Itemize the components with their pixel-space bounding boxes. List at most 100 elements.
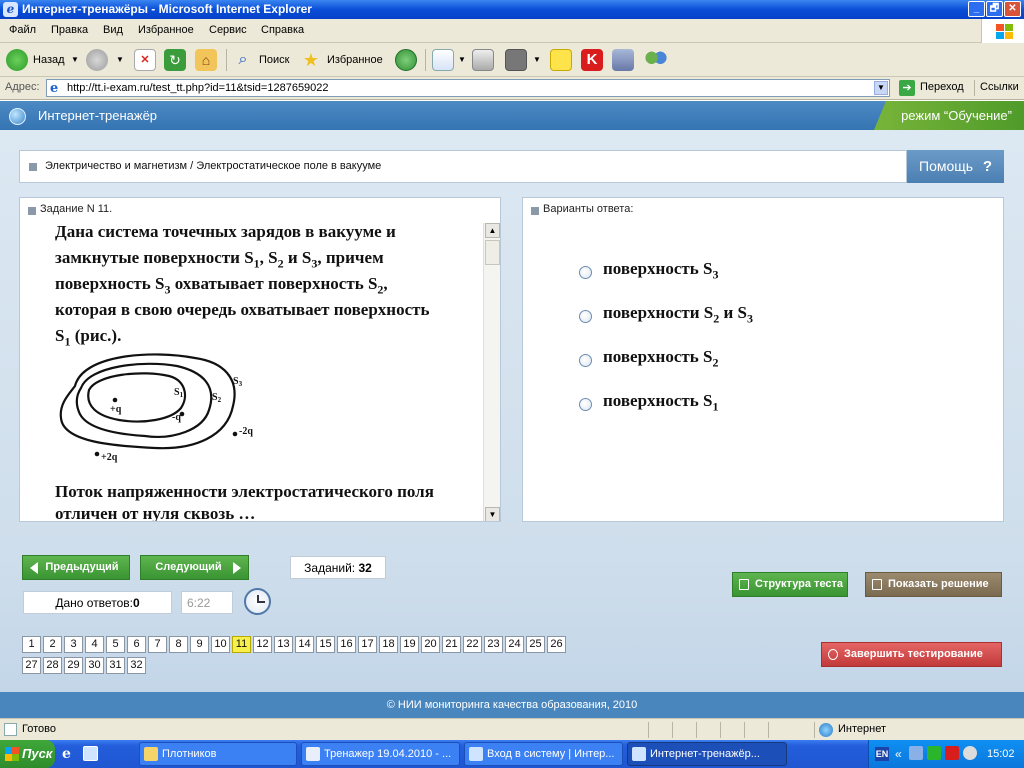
home-icon[interactable]: ⌂ — [195, 49, 217, 71]
task-page-14[interactable]: 14 — [295, 636, 314, 653]
task-page-3[interactable]: 3 — [64, 636, 83, 653]
task-page-17[interactable]: 17 — [358, 636, 377, 653]
task-page-10[interactable]: 10 — [211, 636, 230, 653]
go-button[interactable]: Переход — [920, 81, 964, 93]
menu-view[interactable]: Вид — [103, 24, 123, 36]
edit-icon[interactable] — [505, 49, 527, 71]
back-dropdown-icon[interactable]: ▼ — [71, 48, 79, 72]
stop-icon[interactable]: ✕ — [134, 49, 156, 71]
address-dropdown-icon[interactable]: ▼ — [874, 81, 888, 95]
task-page-5[interactable]: 5 — [106, 636, 125, 653]
tray-expand-icon[interactable]: « — [895, 740, 902, 768]
task-page-31[interactable]: 31 — [106, 657, 125, 674]
menu-tools[interactable]: Сервис — [209, 24, 247, 36]
research-icon[interactable] — [612, 49, 634, 71]
task-page-27[interactable]: 27 — [22, 657, 41, 674]
favorites-star-icon[interactable]: ★ — [300, 49, 322, 71]
task-page-6[interactable]: 6 — [127, 636, 146, 653]
taskbar-item[interactable]: Плотников — [139, 742, 297, 766]
address-input[interactable]: e http://tt.i-exam.ru/test_tt.php?id=11&… — [46, 79, 890, 97]
help-button[interactable]: Помощь ? — [907, 150, 1004, 183]
search-icon[interactable]: ⌕ — [232, 49, 254, 71]
menu-help[interactable]: Справка — [261, 24, 304, 36]
task-page-30[interactable]: 30 — [85, 657, 104, 674]
menu-favorites[interactable]: Избранное — [138, 24, 194, 36]
previous-button[interactable]: Предыдущий — [22, 555, 130, 580]
task-page-28[interactable]: 28 — [43, 657, 62, 674]
task-page-15[interactable]: 15 — [316, 636, 335, 653]
refresh-icon[interactable]: ↻ — [164, 49, 186, 71]
task-page-23[interactable]: 23 — [484, 636, 503, 653]
minimize-button[interactable]: _ — [968, 1, 985, 17]
network-icon[interactable] — [909, 746, 923, 760]
question-scrollbar[interactable]: ▲ ▼ — [483, 223, 500, 521]
answer-option-label[interactable]: поверхность S2 — [603, 347, 718, 370]
links-button[interactable]: Ссылки — [980, 81, 1019, 93]
notes-icon[interactable] — [550, 49, 572, 71]
task-page-26[interactable]: 26 — [547, 636, 566, 653]
task-page-21[interactable]: 21 — [442, 636, 461, 653]
print-icon[interactable] — [472, 49, 494, 71]
task-page-32[interactable]: 32 — [127, 657, 146, 674]
kaspersky-icon[interactable]: K — [581, 49, 603, 71]
forward-arrow-icon[interactable] — [86, 49, 108, 71]
radio-button[interactable] — [579, 266, 592, 279]
task-page-11[interactable]: 11 — [232, 636, 251, 653]
task-page-8[interactable]: 8 — [169, 636, 188, 653]
window-title-bar[interactable]: e Интернет-тренажёры - Microsoft Interne… — [0, 0, 1024, 19]
answer-option-label[interactable]: поверхности S2 и S3 — [603, 303, 753, 326]
volume-icon[interactable] — [963, 746, 977, 760]
task-page-22[interactable]: 22 — [463, 636, 482, 653]
task-page-25[interactable]: 25 — [526, 636, 545, 653]
language-indicator[interactable]: EN — [875, 747, 889, 761]
next-button[interactable]: Следующий — [140, 555, 249, 580]
back-arrow-icon[interactable] — [6, 49, 28, 71]
answer-option-label[interactable]: поверхность S1 — [603, 391, 718, 414]
restore-button[interactable]: 🗗 — [986, 1, 1003, 17]
task-page-19[interactable]: 19 — [400, 636, 419, 653]
radio-button[interactable] — [579, 398, 592, 411]
task-page-2[interactable]: 2 — [43, 636, 62, 653]
radio-button[interactable] — [579, 354, 592, 367]
mail-dropdown-icon[interactable]: ▼ — [458, 48, 466, 72]
task-page-29[interactable]: 29 — [64, 657, 83, 674]
task-page-20[interactable]: 20 — [421, 636, 440, 653]
task-page-4[interactable]: 4 — [85, 636, 104, 653]
scroll-thumb[interactable] — [485, 240, 500, 265]
close-button[interactable]: ✕ — [1004, 1, 1021, 17]
answer-option-label[interactable]: поверхность S3 — [603, 259, 718, 282]
mail-icon[interactable] — [432, 49, 454, 71]
kaspersky-tray-icon[interactable] — [945, 746, 959, 760]
test-structure-button[interactable]: Структура теста — [732, 572, 848, 597]
task-page-16[interactable]: 16 — [337, 636, 356, 653]
antivirus-icon[interactable] — [927, 746, 941, 760]
taskbar-item[interactable]: Вход в систему | Интер... — [464, 742, 623, 766]
menu-file[interactable]: Файл — [9, 24, 36, 36]
start-button[interactable]: Пуск — [0, 740, 55, 768]
menu-edit[interactable]: Правка — [51, 24, 88, 36]
task-page-9[interactable]: 9 — [190, 636, 209, 653]
task-page-12[interactable]: 12 — [253, 636, 272, 653]
forward-dropdown-icon[interactable]: ▼ — [116, 48, 124, 72]
history-icon[interactable] — [395, 49, 417, 71]
finish-test-button[interactable]: Завершить тестирование — [821, 642, 1002, 667]
search-button[interactable]: Поиск — [259, 48, 289, 72]
task-page-18[interactable]: 18 — [379, 636, 398, 653]
ie-quicklaunch-icon[interactable]: e — [62, 746, 71, 762]
taskbar-item[interactable]: Интернет-тренажёр... — [627, 742, 787, 766]
task-page-7[interactable]: 7 — [148, 636, 167, 653]
show-solution-button[interactable]: Показать решение — [865, 572, 1002, 597]
task-page-24[interactable]: 24 — [505, 636, 524, 653]
radio-button[interactable] — [579, 310, 592, 323]
go-arrow-icon[interactable]: ➔ — [899, 80, 915, 96]
taskbar-item[interactable]: Тренажер 19.04.2010 - ... — [301, 742, 460, 766]
task-page-1[interactable]: 1 — [22, 636, 41, 653]
scroll-up-icon[interactable]: ▲ — [485, 223, 500, 238]
scroll-down-icon[interactable]: ▼ — [485, 507, 500, 521]
messenger-icon[interactable] — [645, 49, 667, 71]
task-page-13[interactable]: 13 — [274, 636, 293, 653]
edit-dropdown-icon[interactable]: ▼ — [533, 48, 541, 72]
favorites-button[interactable]: Избранное — [327, 48, 383, 72]
desktop-quicklaunch-icon[interactable] — [83, 746, 98, 761]
back-button[interactable]: Назад — [33, 48, 65, 72]
